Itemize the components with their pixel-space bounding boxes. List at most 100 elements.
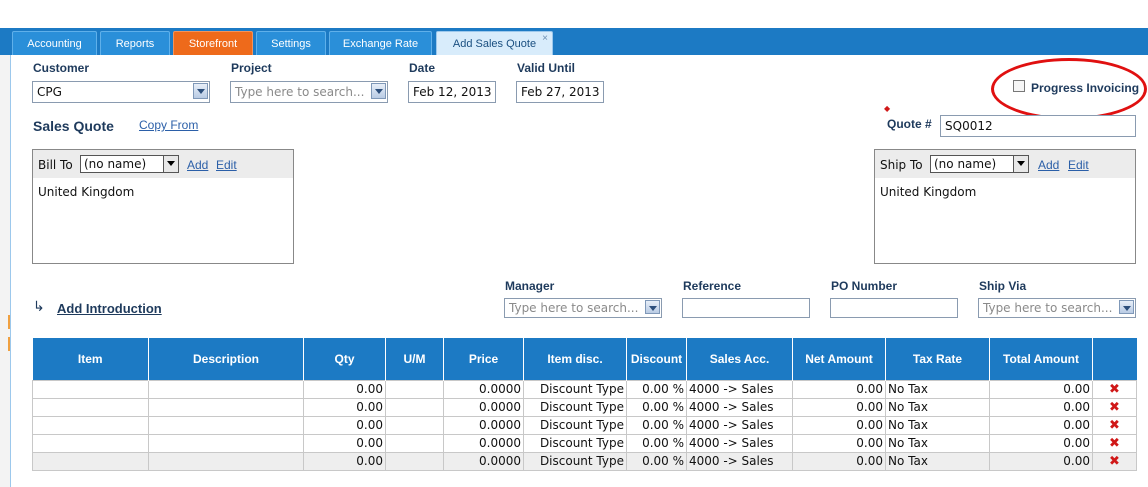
column-header-um[interactable]: U/M bbox=[385, 338, 444, 380]
cell-tax-rate[interactable]: No Tax bbox=[885, 433, 990, 453]
column-header-sales-acc[interactable]: Sales Acc. bbox=[686, 338, 793, 380]
manager-search-input[interactable]: Type here to search... bbox=[504, 298, 662, 318]
cell-qty[interactable]: 0.00 bbox=[303, 379, 386, 399]
cell-sales-acc[interactable]: 4000 -> Sales bbox=[686, 433, 793, 453]
cell-qty[interactable]: 0.00 bbox=[303, 451, 386, 471]
cell-tax-rate[interactable]: No Tax bbox=[885, 379, 990, 399]
cell-um[interactable] bbox=[385, 397, 444, 417]
cell-price[interactable]: 0.0000 bbox=[443, 415, 524, 435]
cell-qty[interactable]: 0.00 bbox=[303, 397, 386, 417]
cell-discount[interactable]: 0.00 % bbox=[626, 433, 687, 453]
column-header-item[interactable]: Item bbox=[32, 338, 149, 380]
tab-storefront[interactable]: Storefront bbox=[173, 31, 253, 55]
cell-um[interactable] bbox=[385, 433, 444, 453]
cell-sales-acc[interactable]: 4000 -> Sales bbox=[686, 415, 793, 435]
cell-item[interactable] bbox=[32, 433, 149, 453]
date-field[interactable]: Feb 12, 2013 bbox=[408, 81, 496, 103]
cell-description[interactable] bbox=[148, 451, 304, 471]
progress-invoicing-checkbox[interactable] bbox=[1013, 80, 1025, 92]
quote-number-field[interactable]: SQ0012 bbox=[940, 115, 1136, 137]
cell-tax-rate[interactable]: No Tax bbox=[885, 415, 990, 435]
tab-add-sales-quote[interactable]: Add Sales Quote × bbox=[436, 31, 553, 55]
column-header-item-disc[interactable]: Item disc. bbox=[523, 338, 627, 380]
column-header-net-amount[interactable]: Net Amount bbox=[792, 338, 886, 380]
cell-item-disc[interactable]: Discount Type bbox=[523, 379, 627, 399]
table-row[interactable]: 0.00 0.0000 Discount Type 0.00 % 4000 ->… bbox=[32, 415, 1137, 435]
cell-description[interactable] bbox=[148, 379, 304, 399]
delete-row-icon[interactable]: ✖ bbox=[1109, 436, 1120, 451]
cell-price[interactable]: 0.0000 bbox=[443, 451, 524, 471]
cell-sales-acc[interactable]: 4000 -> Sales bbox=[686, 379, 793, 399]
column-header-tax-rate[interactable]: Tax Rate bbox=[885, 338, 990, 380]
cell-description[interactable] bbox=[148, 397, 304, 417]
ship-to-select[interactable]: (no name) bbox=[930, 155, 1029, 173]
column-header-price[interactable]: Price bbox=[443, 338, 524, 380]
cell-discount[interactable]: 0.00 % bbox=[626, 379, 687, 399]
copy-from-link[interactable]: Copy From bbox=[139, 118, 198, 132]
tab-settings[interactable]: Settings bbox=[256, 31, 326, 55]
cell-item-disc[interactable]: Discount Type bbox=[523, 415, 627, 435]
cell-discount[interactable]: 0.00 % bbox=[626, 451, 687, 471]
column-header-total-amount[interactable]: Total Amount bbox=[989, 338, 1093, 380]
cell-item[interactable] bbox=[32, 415, 149, 435]
table-row[interactable]: 0.00 0.0000 Discount Type 0.00 % 4000 ->… bbox=[32, 433, 1137, 453]
reference-input[interactable] bbox=[682, 298, 810, 318]
cell-item[interactable] bbox=[32, 397, 149, 417]
cell-tax-rate[interactable]: No Tax bbox=[885, 397, 990, 417]
cell-item-disc[interactable]: Discount Type bbox=[523, 433, 627, 453]
cell-sales-acc[interactable]: 4000 -> Sales bbox=[686, 397, 793, 417]
cell-item-disc[interactable]: Discount Type bbox=[523, 451, 627, 471]
cell-um[interactable] bbox=[385, 415, 444, 435]
cell-um[interactable] bbox=[385, 379, 444, 399]
cell-price[interactable]: 0.0000 bbox=[443, 433, 524, 453]
chevron-down-icon[interactable] bbox=[163, 156, 178, 172]
tab-exchange-rate[interactable]: Exchange Rate bbox=[329, 31, 432, 55]
cell-tax-rate[interactable]: No Tax bbox=[885, 451, 990, 471]
close-icon[interactable]: × bbox=[542, 27, 548, 51]
chevron-down-icon[interactable] bbox=[1013, 156, 1028, 172]
cell-discount[interactable]: 0.00 % bbox=[626, 415, 687, 435]
project-search-input[interactable]: Type here to search... bbox=[230, 81, 388, 103]
ship-to-add-link[interactable]: Add bbox=[1038, 158, 1059, 172]
cell-description[interactable] bbox=[148, 433, 304, 453]
cell-um[interactable] bbox=[385, 451, 444, 471]
bill-to-add-link[interactable]: Add bbox=[187, 158, 208, 172]
chevron-down-icon[interactable] bbox=[1119, 300, 1134, 314]
ship-via-search-input[interactable]: Type here to search... bbox=[978, 298, 1136, 318]
table-row[interactable]: 0.00 0.0000 Discount Type 0.00 % 4000 ->… bbox=[32, 397, 1137, 417]
ship-to-address: United Kingdom bbox=[880, 185, 977, 199]
tab-reports[interactable]: Reports bbox=[100, 31, 170, 55]
cell-description[interactable] bbox=[148, 415, 304, 435]
delete-row-icon[interactable]: ✖ bbox=[1109, 400, 1120, 415]
delete-row-icon[interactable]: ✖ bbox=[1109, 382, 1120, 397]
cell-qty[interactable]: 0.00 bbox=[303, 415, 386, 435]
delete-row-icon[interactable]: ✖ bbox=[1109, 418, 1120, 433]
delete-row-icon[interactable]: ✖ bbox=[1109, 454, 1120, 469]
page-title: Sales Quote bbox=[33, 118, 114, 134]
customer-select[interactable]: CPG bbox=[32, 81, 210, 103]
cell-item[interactable] bbox=[32, 379, 149, 399]
column-header-qty[interactable]: Qty bbox=[303, 338, 386, 380]
cell-discount[interactable]: 0.00 % bbox=[626, 397, 687, 417]
cell-price[interactable]: 0.0000 bbox=[443, 397, 524, 417]
cell-price[interactable]: 0.0000 bbox=[443, 379, 524, 399]
chevron-down-icon[interactable] bbox=[371, 83, 386, 99]
chevron-down-icon[interactable] bbox=[645, 300, 660, 314]
table-row[interactable]: 0.00 0.0000 Discount Type 0.00 % 4000 ->… bbox=[32, 451, 1137, 471]
column-header-discount[interactable]: Discount bbox=[626, 338, 687, 380]
valid-until-field[interactable]: Feb 27, 2013 bbox=[516, 81, 604, 103]
bill-to-select[interactable]: (no name) bbox=[80, 155, 179, 173]
cell-qty[interactable]: 0.00 bbox=[303, 433, 386, 453]
cell-item[interactable] bbox=[32, 451, 149, 471]
column-header-description[interactable]: Description bbox=[148, 338, 304, 380]
po-number-input[interactable] bbox=[830, 298, 958, 318]
table-row[interactable]: 0.00 0.0000 Discount Type 0.00 % 4000 ->… bbox=[32, 379, 1137, 399]
add-introduction-link[interactable]: Add Introduction bbox=[57, 301, 162, 316]
chevron-down-icon[interactable] bbox=[193, 83, 208, 99]
bill-to-edit-link[interactable]: Edit bbox=[216, 158, 237, 172]
cell-sales-acc[interactable]: 4000 -> Sales bbox=[686, 451, 793, 471]
cell-item-disc[interactable]: Discount Type bbox=[523, 397, 627, 417]
tab-accounting[interactable]: Accounting bbox=[12, 31, 97, 55]
tab-label: Add Sales Quote bbox=[452, 38, 537, 50]
ship-to-edit-link[interactable]: Edit bbox=[1068, 158, 1089, 172]
